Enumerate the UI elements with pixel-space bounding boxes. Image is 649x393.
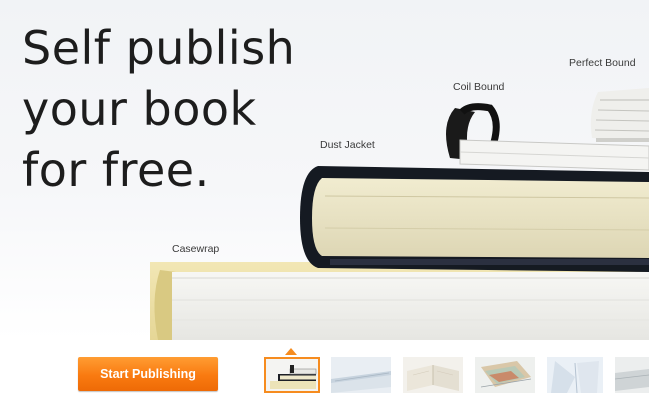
dust-jacket-book: [300, 166, 649, 272]
headline-line-1: Self publish: [22, 21, 296, 75]
thumbnail-carousel: [264, 348, 649, 393]
perfect-bound-book: [590, 88, 649, 142]
book-stack-thumbnail-image: [266, 359, 318, 391]
open-pages-thumbnail-image: [331, 357, 391, 393]
hero-banner: Self publish your book for free. Casewra…: [0, 0, 649, 340]
cover-thumbnail[interactable]: [615, 357, 649, 393]
page: Self publish your book for free. Casewra…: [0, 0, 649, 393]
open-book-thumbnail-image: [403, 357, 463, 393]
casewrap-label: Casewrap: [172, 243, 220, 255]
perfect-bound-label: Perfect Bound: [569, 57, 636, 69]
magazine-thumbnail[interactable]: [475, 357, 535, 393]
binding-thumbnail-image: [547, 357, 603, 393]
start-publishing-button[interactable]: Start Publishing: [78, 357, 218, 391]
binding-thumbnail[interactable]: [547, 357, 603, 393]
book-stack-thumbnail[interactable]: [264, 357, 320, 393]
headline-line-2: your book: [22, 82, 257, 136]
cover-thumbnail-image: [615, 357, 649, 393]
headline: Self publish your book for free.: [22, 18, 352, 201]
magazine-thumbnail-image: [475, 357, 535, 393]
coil-bound-label: Coil Bound: [453, 81, 505, 93]
headline-line-3: for free.: [22, 143, 210, 197]
bottom-bar: Start Publishing: [0, 340, 649, 393]
casewrap-book: [150, 262, 649, 340]
open-pages-thumbnail[interactable]: [331, 357, 391, 393]
open-book-thumbnail[interactable]: [403, 357, 463, 393]
dust-jacket-label: Dust Jacket: [320, 139, 375, 151]
active-thumbnail-caret: [285, 348, 297, 355]
